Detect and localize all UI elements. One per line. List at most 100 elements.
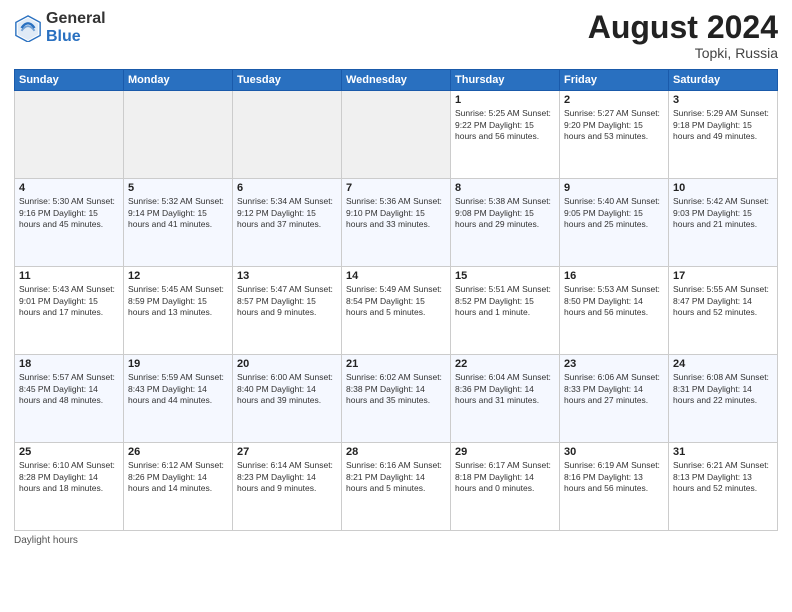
calendar-cell: 5 Sunrise: 5:32 AM Sunset: 9:14 PM Daylig… [124, 179, 233, 267]
day-number: 30 [564, 446, 664, 458]
day-number: 24 [673, 358, 773, 370]
day-info: Sunrise: 6:00 AM Sunset: 8:40 PM Dayligh… [237, 372, 337, 406]
calendar-cell: 12 Sunrise: 5:45 AM Sunset: 8:59 PM Dayli… [124, 267, 233, 355]
calendar-cell: 27 Sunrise: 6:14 AM Sunset: 8:23 PM Dayli… [233, 443, 342, 531]
day-info: Sunrise: 6:17 AM Sunset: 8:18 PM Dayligh… [455, 460, 555, 494]
day-info: Sunrise: 5:30 AM Sunset: 9:16 PM Dayligh… [19, 196, 119, 230]
calendar-cell: 24Sunrise: 6:08 AM Sunset: 8:31 PM Dayli… [669, 355, 778, 443]
calendar-cell: 20 Sunrise: 6:00 AM Sunset: 8:40 PM Dayli… [233, 355, 342, 443]
day-number: 25 [19, 446, 119, 458]
day-info: Sunrise: 6:04 AM Sunset: 8:36 PM Dayligh… [455, 372, 555, 406]
day-number: 22 [455, 358, 555, 370]
day-number: 23 [564, 358, 664, 370]
day-number: 31 [673, 446, 773, 458]
day-number: 9 [564, 182, 664, 194]
day-number: 20 [237, 358, 337, 370]
day-info: Sunrise: 5:55 AM Sunset: 8:47 PM Dayligh… [673, 284, 773, 318]
day-number: 11 [19, 270, 119, 282]
day-number: 13 [237, 270, 337, 282]
calendar-cell: 30 Sunrise: 6:19 AM Sunset: 8:16 PM Dayli… [560, 443, 669, 531]
day-info: Sunrise: 6:14 AM Sunset: 8:23 PM Dayligh… [237, 460, 337, 494]
day-info: Sunrise: 5:57 AM Sunset: 8:45 PM Dayligh… [19, 372, 119, 406]
calendar-cell: 17 Sunrise: 5:55 AM Sunset: 8:47 PM Dayli… [669, 267, 778, 355]
day-info: Sunrise: 5:59 AM Sunset: 8:43 PM Dayligh… [128, 372, 228, 406]
calendar-week-4: 18 Sunrise: 5:57 AM Sunset: 8:45 PM Dayli… [15, 355, 778, 443]
logo: General Blue [14, 10, 106, 45]
day-info: Sunrise: 6:12 AM Sunset: 8:26 PM Dayligh… [128, 460, 228, 494]
logo-general-text: General [46, 10, 106, 28]
footer-note: Daylight hours [14, 535, 778, 546]
day-info: Sunrise: 5:42 AM Sunset: 9:03 PM Dayligh… [673, 196, 773, 230]
col-sunday: Sunday [15, 70, 124, 91]
day-info: Sunrise: 6:10 AM Sunset: 8:28 PM Dayligh… [19, 460, 119, 494]
day-info: Sunrise: 5:36 AM Sunset: 9:10 PM Dayligh… [346, 196, 446, 230]
calendar-week-3: 11 Sunrise: 5:43 AM Sunset: 9:01 PM Dayli… [15, 267, 778, 355]
header: General Blue August 2024 Topki, Russia [14, 10, 778, 61]
logo-text: General Blue [46, 10, 106, 45]
calendar-cell: 25 Sunrise: 6:10 AM Sunset: 8:28 PM Dayli… [15, 443, 124, 531]
day-number: 26 [128, 446, 228, 458]
col-saturday: Saturday [669, 70, 778, 91]
calendar-table: Sunday Monday Tuesday Wednesday Thursday… [14, 69, 778, 531]
calendar-cell: 15 Sunrise: 5:51 AM Sunset: 8:52 PM Dayli… [451, 267, 560, 355]
calendar-week-2: 4 Sunrise: 5:30 AM Sunset: 9:16 PM Daylig… [15, 179, 778, 267]
day-info: Sunrise: 5:25 AM Sunset: 9:22 PM Dayligh… [455, 108, 555, 142]
calendar-cell: 16Sunrise: 5:53 AM Sunset: 8:50 PM Dayli… [560, 267, 669, 355]
day-info: Sunrise: 5:51 AM Sunset: 8:52 PM Dayligh… [455, 284, 555, 318]
day-info: Sunrise: 5:47 AM Sunset: 8:57 PM Dayligh… [237, 284, 337, 318]
logo-icon [14, 14, 42, 42]
day-number: 12 [128, 270, 228, 282]
day-number: 2 [564, 94, 664, 106]
day-number: 15 [455, 270, 555, 282]
calendar-cell: 13 Sunrise: 5:47 AM Sunset: 8:57 PM Dayli… [233, 267, 342, 355]
col-friday: Friday [560, 70, 669, 91]
day-info: Sunrise: 5:53 AM Sunset: 8:50 PM Dayligh… [564, 284, 664, 318]
calendar-week-1: 1 Sunrise: 5:25 AM Sunset: 9:22 PM Daylig… [15, 91, 778, 179]
calendar-cell [124, 91, 233, 179]
day-info: Sunrise: 6:06 AM Sunset: 8:33 PM Dayligh… [564, 372, 664, 406]
calendar-cell: 18 Sunrise: 5:57 AM Sunset: 8:45 PM Dayli… [15, 355, 124, 443]
day-number: 18 [19, 358, 119, 370]
day-number: 3 [673, 94, 773, 106]
day-number: 1 [455, 94, 555, 106]
calendar-cell: 7 Sunrise: 5:36 AM Sunset: 9:10 PM Daylig… [342, 179, 451, 267]
calendar-cell: 6Sunrise: 5:34 AM Sunset: 9:12 PM Daylig… [233, 179, 342, 267]
calendar-cell [15, 91, 124, 179]
day-info: Sunrise: 6:21 AM Sunset: 8:13 PM Dayligh… [673, 460, 773, 494]
day-number: 5 [128, 182, 228, 194]
calendar-cell: 14Sunrise: 5:49 AM Sunset: 8:54 PM Dayli… [342, 267, 451, 355]
page: General Blue August 2024 Topki, Russia S… [0, 0, 792, 612]
day-info: Sunrise: 5:27 AM Sunset: 9:20 PM Dayligh… [564, 108, 664, 142]
calendar-cell: 31 Sunrise: 6:21 AM Sunset: 8:13 PM Dayli… [669, 443, 778, 531]
calendar-cell: 26 Sunrise: 6:12 AM Sunset: 8:26 PM Dayli… [124, 443, 233, 531]
month-year: August 2024 [588, 10, 778, 45]
day-number: 28 [346, 446, 446, 458]
title-block: August 2024 Topki, Russia [588, 10, 778, 61]
calendar-cell: 10 Sunrise: 5:42 AM Sunset: 9:03 PM Dayli… [669, 179, 778, 267]
calendar-cell: 21Sunrise: 6:02 AM Sunset: 8:38 PM Dayli… [342, 355, 451, 443]
calendar-cell: 22 Sunrise: 6:04 AM Sunset: 8:36 PM Dayli… [451, 355, 560, 443]
day-info: Sunrise: 5:45 AM Sunset: 8:59 PM Dayligh… [128, 284, 228, 318]
day-info: Sunrise: 5:34 AM Sunset: 9:12 PM Dayligh… [237, 196, 337, 230]
day-number: 8 [455, 182, 555, 194]
day-info: Sunrise: 5:43 AM Sunset: 9:01 PM Dayligh… [19, 284, 119, 318]
day-info: Sunrise: 5:32 AM Sunset: 9:14 PM Dayligh… [128, 196, 228, 230]
calendar-cell: 2 Sunrise: 5:27 AM Sunset: 9:20 PM Daylig… [560, 91, 669, 179]
day-number: 27 [237, 446, 337, 458]
day-number: 4 [19, 182, 119, 194]
calendar-cell: 11 Sunrise: 5:43 AM Sunset: 9:01 PM Dayli… [15, 267, 124, 355]
day-info: Sunrise: 5:29 AM Sunset: 9:18 PM Dayligh… [673, 108, 773, 142]
col-thursday: Thursday [451, 70, 560, 91]
day-info: Sunrise: 5:38 AM Sunset: 9:08 PM Dayligh… [455, 196, 555, 230]
calendar-cell: 3 Sunrise: 5:29 AM Sunset: 9:18 PM Daylig… [669, 91, 778, 179]
day-number: 21 [346, 358, 446, 370]
day-number: 17 [673, 270, 773, 282]
logo-blue-text: Blue [46, 28, 106, 46]
col-tuesday: Tuesday [233, 70, 342, 91]
calendar-cell: 23 Sunrise: 6:06 AM Sunset: 8:33 PM Dayli… [560, 355, 669, 443]
day-info: Sunrise: 6:19 AM Sunset: 8:16 PM Dayligh… [564, 460, 664, 494]
calendar-cell [233, 91, 342, 179]
day-number: 7 [346, 182, 446, 194]
day-number: 10 [673, 182, 773, 194]
calendar-cell: 4 Sunrise: 5:30 AM Sunset: 9:16 PM Daylig… [15, 179, 124, 267]
